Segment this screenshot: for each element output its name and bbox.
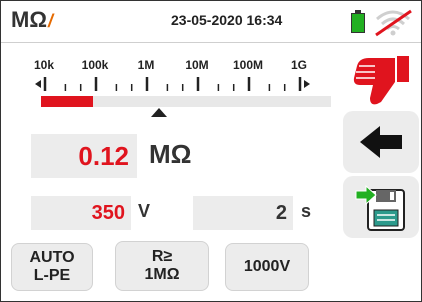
time-unit: s — [301, 201, 312, 221]
measured-resistance-unit: MΩ — [149, 139, 192, 169]
scale-left-arrow-icon — [35, 80, 41, 88]
test-voltage-button[interactable]: 1000V — [225, 243, 309, 291]
scale-label: 1M — [137, 58, 155, 72]
auto-lpe-button[interactable]: AUTO L-PE — [11, 243, 93, 291]
measured-resistance: 0.12 — [78, 140, 129, 171]
measurement-mode: MΩ/ — [11, 7, 53, 33]
threshold-symbol: R≥ — [151, 248, 173, 265]
scale-label: 1G — [290, 58, 308, 72]
scale-label: 10k — [33, 58, 55, 72]
test-voltage-label: 1000V — [243, 258, 291, 275]
date-time: 23-05-2020 16:34 — [171, 12, 283, 28]
scale-label: 10M — [185, 58, 209, 72]
threshold-value: 1MΩ — [144, 266, 180, 283]
thumbs-down-icon — [353, 56, 409, 105]
auto-label: AUTO — [29, 249, 75, 266]
scale-right-arrow-icon — [304, 80, 310, 88]
mode-bolt-icon: / — [47, 11, 53, 31]
instrument-screen: MΩ/ 23-05-2020 16:34 0.12 MΩ 350 V 2 s A… — [0, 0, 422, 302]
scale-label: 100k — [81, 58, 109, 72]
back-button[interactable] — [343, 111, 419, 173]
log-scale — [35, 77, 310, 91]
voltage-unit: V — [138, 201, 151, 221]
threshold-button[interactable]: R≥ 1MΩ — [115, 241, 209, 291]
save-button[interactable] — [343, 176, 419, 238]
resistance-bar-track — [93, 96, 331, 107]
test-time: 2 — [275, 201, 287, 224]
lpe-label: L-PE — [33, 267, 71, 284]
measured-voltage: 350 — [91, 201, 125, 224]
status-header: MΩ/ 23-05-2020 16:34 — [1, 1, 421, 41]
scale-label: 100M — [232, 58, 264, 72]
mode-label: MΩ — [11, 7, 47, 32]
result-indicator — [343, 49, 419, 111]
header-divider — [1, 42, 421, 43]
save-to-disk-icon — [355, 184, 405, 231]
resistance-bar-fill — [41, 96, 93, 107]
wifi-disabled-icon — [375, 9, 412, 37]
limit-pointer-icon — [151, 108, 167, 117]
battery-icon — [351, 10, 365, 33]
arrow-left-icon — [360, 126, 402, 158]
